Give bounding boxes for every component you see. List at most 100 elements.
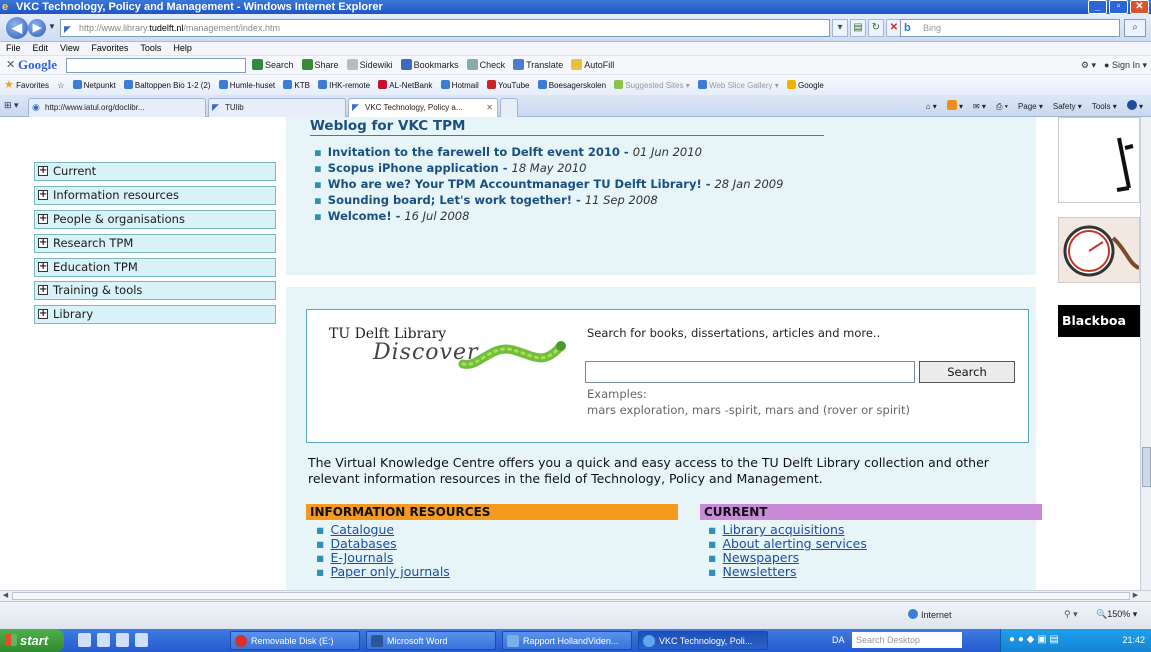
forward-button[interactable]: ▶ [28, 19, 46, 37]
nav-research-tpm[interactable]: + Research TPM [34, 234, 276, 253]
back-button[interactable]: ◀ [6, 17, 28, 39]
task-rapport[interactable]: Rapport HollandViden... [502, 631, 632, 650]
toolbar-close-icon[interactable]: ✕ [6, 56, 15, 74]
horizontal-scrollbar[interactable]: ◀ ▶ [0, 590, 1151, 601]
bookmarks-button[interactable]: Bookmarks [400, 56, 459, 74]
task-microsoft-word[interactable]: Microsoft Word [366, 631, 496, 650]
autofill-button[interactable]: AutoFill [571, 56, 614, 74]
add-favorite-icon[interactable]: ☆ [57, 76, 64, 95]
menu-tools[interactable]: Tools [140, 42, 161, 55]
mail-icon[interactable]: ✉ ▾ [973, 98, 986, 115]
recent-pages-dropdown-icon[interactable]: ▼ [48, 22, 56, 31]
task-vkc-browser[interactable]: VKC Technology, Poli... [638, 631, 768, 650]
fav-hotmail[interactable]: Hotmail [440, 76, 479, 95]
compatibility-icon[interactable]: ▤ [850, 19, 866, 37]
new-tab-button[interactable] [500, 98, 518, 117]
tab-vkc[interactable]: ◤ VKC Technology, Policy a... ✕ [348, 98, 498, 117]
nav-training-tools[interactable]: + Training & tools [34, 281, 276, 300]
link-catalogue[interactable]: Catalogue [330, 522, 394, 537]
fav-boesagerskolen[interactable]: Boesagerskolen [537, 76, 606, 95]
task-removable-disk[interactable]: Removable Disk (E:) [230, 631, 360, 650]
fav-ihk-remote[interactable]: IHK-remote [318, 76, 370, 95]
tools-menu[interactable]: Tools ▾ [1092, 98, 1117, 115]
start-button[interactable]: start [0, 629, 64, 652]
nav-information-resources[interactable]: + Information resources [34, 186, 276, 205]
menu-edit[interactable]: Edit [33, 42, 49, 55]
search-input[interactable]: b Bing [900, 19, 1120, 37]
blackboard-banner[interactable]: Blackboa [1058, 305, 1140, 337]
sidebar-image-top[interactable] [1058, 117, 1140, 203]
fav-netpunkt[interactable]: Netpunkt [72, 76, 116, 95]
feeds-icon[interactable]: ▾ [946, 98, 963, 115]
menu-help[interactable]: Help [173, 42, 192, 55]
close-tab-icon[interactable]: ✕ [486, 99, 493, 116]
weblog-post-link[interactable]: Scopus iPhone application [328, 161, 499, 175]
link-library-acquisitions[interactable]: Library acquisitions [722, 522, 844, 537]
fav-suggested-sites[interactable]: Suggested Sites ▾ [614, 76, 690, 95]
menu-favorites[interactable]: Favorites [91, 42, 128, 55]
quick-launch-desktop-icon[interactable] [116, 633, 129, 647]
print-icon[interactable]: ⎙ ▾ [996, 98, 1008, 115]
fav-web-slice-gallery[interactable]: Web Slice Gallery ▾ [698, 76, 779, 95]
fav-google[interactable]: Google [786, 76, 824, 95]
link-alerting-services[interactable]: About alerting services [722, 536, 866, 551]
page-menu[interactable]: Page ▾ [1018, 98, 1043, 115]
vertical-scroll-thumb[interactable] [1142, 447, 1151, 487]
link-e-journals[interactable]: E-Journals [330, 550, 393, 565]
wrench-icon[interactable]: ⚙ ▾ [1081, 56, 1096, 74]
google-search-button[interactable]: Search [252, 56, 294, 74]
fav-ktb[interactable]: KTB [283, 76, 310, 95]
search-go-icon[interactable]: ⌕ [1124, 19, 1146, 37]
refresh-icon[interactable]: ↻ [868, 19, 884, 37]
google-search-input[interactable] [66, 58, 246, 73]
link-databases[interactable]: Databases [330, 536, 396, 551]
translate-button[interactable]: Translate [513, 56, 563, 74]
protected-mode-icon[interactable]: ⚲ ▾ [1064, 609, 1078, 620]
link-newsletters[interactable]: Newsletters [722, 564, 796, 579]
check-button[interactable]: Check [466, 56, 505, 74]
quick-launch-folder-icon[interactable] [135, 633, 148, 647]
catalog-search-input[interactable] [585, 361, 915, 383]
minimize-button[interactable]: _ [1088, 0, 1107, 14]
safety-menu[interactable]: Safety ▾ [1053, 98, 1082, 115]
scroll-left-icon[interactable]: ◀ [0, 591, 11, 601]
weblog-post-link[interactable]: Welcome! [328, 209, 392, 223]
nav-current[interactable]: + Current [34, 162, 276, 181]
address-dropdown-icon[interactable]: ▾ [832, 19, 848, 37]
weblog-post-link[interactable]: Who are we? Your TPM Accountmanager TU D… [328, 177, 702, 191]
tray-icons[interactable]: ● ● ◆ ▣ ▤ [1009, 634, 1059, 645]
menu-view[interactable]: View [60, 42, 79, 55]
share-button[interactable]: Share [301, 56, 339, 74]
help-icon[interactable]: ▾ [1126, 98, 1143, 115]
maximize-button[interactable]: ▫ [1109, 0, 1128, 14]
desktop-search-input[interactable]: Search Desktop [852, 632, 962, 648]
search-button[interactable]: Search [919, 361, 1015, 383]
quick-tabs-icon[interactable]: ⊞ ▾ [4, 100, 19, 111]
fav-baltoppen[interactable]: Baltoppen Bio 1-2 (2) [123, 76, 211, 95]
close-window-button[interactable]: ✕ [1130, 0, 1149, 14]
weblog-post-link[interactable]: Invitation to the farewell to Delft even… [328, 145, 620, 159]
weblog-post-link[interactable]: Sounding board; Let's work together! [328, 193, 572, 207]
quick-launch-media-icon[interactable] [97, 633, 110, 647]
clock[interactable]: 21:42 [1122, 629, 1145, 652]
fav-youtube[interactable]: YouTube [487, 76, 529, 95]
sidewiki-button[interactable]: Sidewiki [346, 56, 393, 74]
link-paper-only-journals[interactable]: Paper only journals [330, 564, 449, 579]
tab-tulib[interactable]: ◤ TUlib [208, 98, 346, 117]
favorites-button[interactable]: ★ Favorites [4, 75, 49, 95]
url-input[interactable]: ◤ http://www.library.tudelft.nl/manageme… [60, 19, 830, 37]
vertical-scrollbar[interactable] [1140, 117, 1151, 590]
quick-launch-ie-icon[interactable] [78, 633, 91, 647]
link-newspapers[interactable]: Newspapers [722, 550, 799, 565]
sidebar-image-gauge[interactable] [1058, 217, 1140, 283]
horizontal-scroll-thumb[interactable] [12, 592, 1130, 600]
zoom-control[interactable]: 🔍150% ▾ [1096, 609, 1137, 620]
fav-al-netbank[interactable]: AL-NetBank [378, 76, 432, 95]
home-icon[interactable]: ⌂ ▾ [926, 98, 937, 115]
scroll-right-icon[interactable]: ▶ [1130, 591, 1141, 601]
sign-in-button[interactable]: ● Sign In ▾ [1104, 56, 1147, 74]
tab-iatul[interactable]: ◉ http://www.iatul.org/doclibr... [28, 98, 206, 117]
fav-humle-huset[interactable]: Humle-huset [218, 76, 275, 95]
menu-file[interactable]: File [6, 42, 21, 55]
nav-people-organisations[interactable]: + People & organisations [34, 210, 276, 229]
